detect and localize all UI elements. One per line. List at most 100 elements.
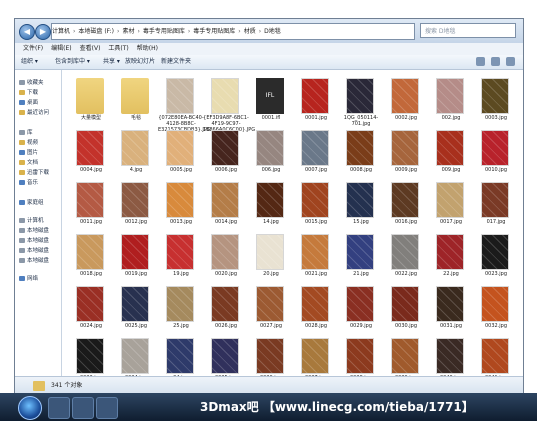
breadcrumb-item[interactable]: D地毯 xyxy=(264,28,281,35)
carpet-thumbnail xyxy=(301,78,329,114)
sidebar-item-label: 文档 xyxy=(27,160,39,166)
carpet-thumbnail xyxy=(76,130,104,166)
forward-button[interactable]: ▶ xyxy=(35,24,51,40)
sidebar-item[interactable]: 家庭组 xyxy=(19,198,44,206)
menu-item[interactable]: 编辑(E) xyxy=(51,45,71,52)
carpet-thumbnail xyxy=(166,130,194,166)
breadcrumb-item[interactable]: 毒手专用贴图库 xyxy=(193,28,235,35)
sidebar-item[interactable]: 网络 xyxy=(19,274,38,282)
sidebar-item[interactable]: 桌面 xyxy=(19,98,38,106)
sidebar-item-icon xyxy=(19,130,25,135)
carpet-thumbnail xyxy=(121,182,149,218)
file-name: 0026.jpg xyxy=(214,323,238,329)
file-name: 0019.jpg xyxy=(124,271,148,277)
carpet-thumbnail xyxy=(301,286,329,322)
carpet-thumbnail xyxy=(76,234,104,270)
sidebar-item[interactable]: 本地磁盘 xyxy=(19,226,49,234)
sidebar-item[interactable]: 最近访问 xyxy=(19,108,49,116)
start-button[interactable] xyxy=(18,396,42,420)
carpet-thumbnail xyxy=(346,286,374,322)
slideshow-button[interactable]: 放映幻灯片 xyxy=(125,55,155,69)
sidebar-item-label: 视频 xyxy=(27,140,39,146)
sidebar-item[interactable]: 迅雷下载 xyxy=(19,168,49,176)
sidebar-item-icon xyxy=(19,258,25,263)
sidebar-item-label: 计算机 xyxy=(27,218,44,224)
sidebar-item[interactable]: 本地磁盘 xyxy=(19,236,49,244)
address-bar[interactable]: 计算机 › 本地磁盘 (F:) › 素材 › 毒手专用贴图库 › 毒手专用贴图库 › 材质 › D地毯 xyxy=(51,23,415,40)
carpet-thumbnail xyxy=(391,338,419,374)
preview-pane-icon[interactable] xyxy=(491,57,501,66)
carpet-thumbnail xyxy=(76,338,104,374)
sidebar-item-label: 最近访问 xyxy=(27,110,50,116)
screenshot-stage: ◀ ▶ 计算机 › 本地磁盘 (F:) › 素材 › 毒手专用贴图库 › 毒手专用贴图库 › 材质 ›… xyxy=(0,0,537,421)
carpet-thumbnail xyxy=(121,338,149,374)
sidebar-item[interactable]: 文档 xyxy=(19,158,38,166)
sidebar-item-label: 本地磁盘 xyxy=(27,238,50,244)
include-library-button[interactable]: 包含到库中 ▾ xyxy=(55,55,90,69)
command-toolbar: 组织 ▾ 包含到库中 ▾ 共享 ▾ 放映幻灯片 新建文件夹 xyxy=(15,55,523,70)
file-name: 0012.jpg xyxy=(124,219,148,225)
carpet-thumbnail xyxy=(391,286,419,322)
file-name: 0001.jpg xyxy=(304,115,328,121)
sidebar-item[interactable]: 库 xyxy=(19,128,33,136)
menu-item[interactable]: 帮助(H) xyxy=(137,45,158,52)
search-input[interactable]: 搜索 D地毯 xyxy=(420,23,516,38)
help-icon[interactable] xyxy=(506,57,515,66)
file-name: 002.jpg xyxy=(441,115,461,121)
file-name: 0002.jpg xyxy=(394,115,418,121)
menu-item[interactable]: 工具(T) xyxy=(108,45,128,52)
back-button[interactable]: ◀ xyxy=(19,24,35,40)
sidebar-item-label: 音乐 xyxy=(27,180,39,186)
breadcrumb-item[interactable]: 本地磁盘 (F:) xyxy=(78,28,114,35)
taskbar-explorer-icon[interactable] xyxy=(72,397,94,419)
file-name: 大量模型 xyxy=(80,115,101,121)
breadcrumb-item[interactable]: 材质 xyxy=(244,28,256,35)
file-name: 0004.jpg xyxy=(79,167,103,173)
sidebar-item[interactable]: 计算机 xyxy=(19,216,44,224)
sidebar-item[interactable]: 本地磁盘 xyxy=(19,246,49,254)
menu-bar: 文件(F) 编辑(E) 查看(V) 工具(T) 帮助(H) xyxy=(15,43,523,55)
breadcrumb-item[interactable]: 计算机 xyxy=(52,28,70,35)
file-name: 19.jpg xyxy=(173,271,189,277)
sidebar-item[interactable]: 收藏夹 xyxy=(19,78,44,86)
explorer-window: ◀ ▶ 计算机 › 本地磁盘 (F:) › 素材 › 毒手专用贴图库 › 毒手专用贴图库 › 材质 ›… xyxy=(14,18,524,395)
breadcrumb-item[interactable]: 毒手专用贴图库 xyxy=(143,28,185,35)
view-menu-icon[interactable] xyxy=(476,57,486,66)
taskbar-photoshop-icon[interactable] xyxy=(96,397,118,419)
taskbar-ie-icon[interactable] xyxy=(48,397,70,419)
carpet-thumbnail xyxy=(436,130,464,166)
file-name: 0031.jpg xyxy=(439,323,463,329)
breadcrumb-item[interactable]: 素材 xyxy=(122,28,134,35)
sidebar-item-icon xyxy=(19,170,25,175)
file-name: 0010.jpg xyxy=(484,167,508,173)
navigation-pane: 收藏夹 下载 桌面 最近访问库视频 图片 文档 迅雷下载 音乐 家庭组 计算机 本地磁盘 本地磁盘 本地… xyxy=(15,70,62,376)
sidebar-item[interactable]: 下载 xyxy=(19,88,38,96)
breadcrumb-separator: › xyxy=(258,28,262,35)
carpet-thumbnail xyxy=(256,234,284,270)
carpet-thumbnail xyxy=(481,338,509,374)
sidebar-item[interactable]: 音乐 xyxy=(19,178,38,186)
menu-item[interactable]: 文件(F) xyxy=(23,45,43,52)
carpet-thumbnail xyxy=(121,130,149,166)
menu-item[interactable]: 查看(V) xyxy=(80,45,101,52)
sidebar-item[interactable]: 本地磁盘 xyxy=(19,256,49,264)
sidebar-item[interactable]: 视频 xyxy=(19,138,38,146)
file-name: 21.jpg xyxy=(353,271,369,277)
carpet-thumbnail xyxy=(166,78,194,114)
organize-button[interactable]: 组织 ▾ xyxy=(21,55,38,69)
share-button[interactable]: 共享 ▾ xyxy=(103,55,120,69)
carpet-thumbnail xyxy=(301,182,329,218)
carpet-thumbnail xyxy=(121,286,149,322)
sidebar-item[interactable]: 图片 xyxy=(19,148,38,156)
breadcrumb-separator: › xyxy=(187,28,191,35)
new-folder-button[interactable]: 新建文件夹 xyxy=(161,55,191,69)
ifl-file-icon: IFL xyxy=(256,78,284,114)
carpet-thumbnail xyxy=(211,234,239,270)
sidebar-item-icon xyxy=(19,140,25,145)
carpet-thumbnail xyxy=(76,286,104,322)
carpet-thumbnail xyxy=(166,286,194,322)
file-name: 0032.jpg xyxy=(484,323,508,329)
carpet-thumbnail xyxy=(166,338,194,374)
file-name: 0007.jpg xyxy=(304,167,328,173)
carpet-thumbnail xyxy=(436,182,464,218)
